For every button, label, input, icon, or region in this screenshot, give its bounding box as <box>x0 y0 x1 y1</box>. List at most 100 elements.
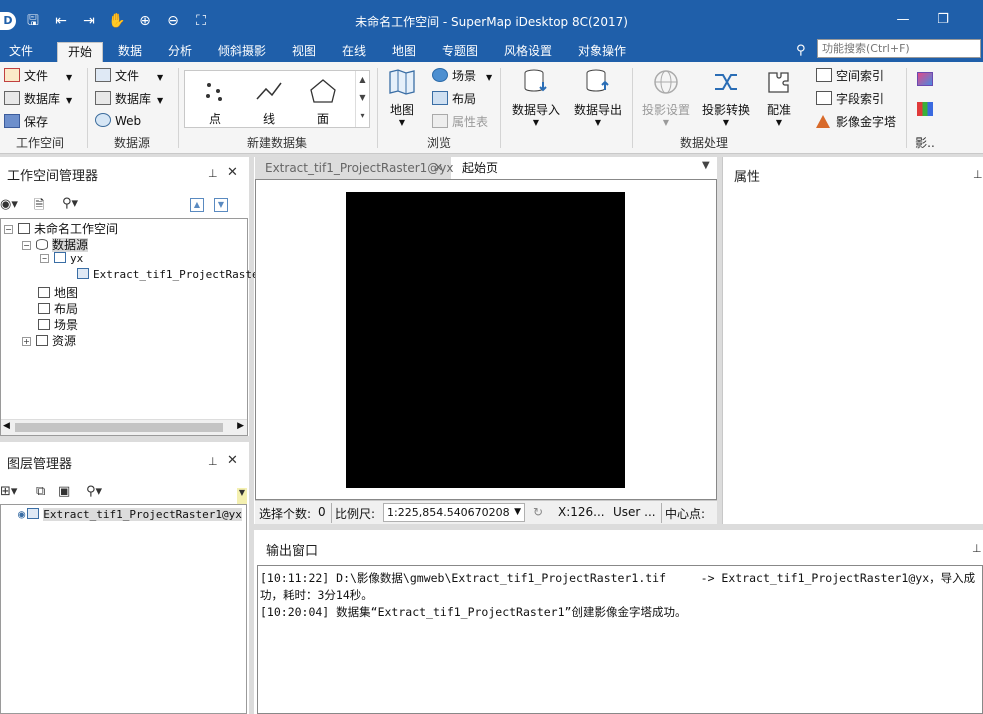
tree-item-layouts[interactable]: 布局 <box>38 300 78 317</box>
view-options-icon[interactable]: ◉▾ <box>0 197 18 212</box>
layer-style-icon[interactable]: ▣ <box>58 484 70 499</box>
tab-object-operations[interactable]: 对象操作 <box>570 42 634 62</box>
restore-icon[interactable]: ❐ <box>933 10 953 30</box>
refresh-icon[interactable]: ↻ <box>533 505 543 519</box>
browse-scene-button[interactable]: 场景 ▼ <box>432 67 492 84</box>
ribbon-separator <box>377 68 378 148</box>
data-export-icon <box>586 69 609 92</box>
tree-item-workspace[interactable]: − 未命名工作空间 <box>4 220 118 237</box>
tab-oblique-photography[interactable]: 倾斜摄影 <box>210 42 274 62</box>
doc-tab-start-page[interactable]: 起始页 <box>452 157 508 179</box>
workspace-database-button[interactable]: 数据库 ▼ <box>4 90 72 107</box>
tab-map[interactable]: 地图 <box>384 42 424 62</box>
layer-scroll-icon[interactable]: ▼ <box>237 488 247 504</box>
tree-item-resources[interactable]: + 资源 <box>22 332 76 349</box>
region-dataset-icon <box>310 79 336 103</box>
find-icon[interactable]: ⚲▾ <box>62 196 78 211</box>
visibility-eye-icon[interactable]: ◉ <box>18 507 25 521</box>
scale-label: 比例尺: <box>335 507 376 521</box>
tree-item-raster-dataset[interactable]: Extract_tif1_ProjectRaster1 <box>77 268 272 281</box>
add-layer-icon[interactable]: ⊞▾ <box>0 484 17 499</box>
save-disk-icon <box>4 114 20 128</box>
tab-online[interactable]: 在线 <box>334 42 374 62</box>
datasource-web-button[interactable]: Web <box>95 113 141 128</box>
tree-item-scenes[interactable]: 场景 <box>38 316 78 333</box>
new-line-dataset-button[interactable]: 线 <box>249 77 289 127</box>
new-region-dataset-button[interactable]: 面 <box>303 77 343 127</box>
field-index-button[interactable]: 字段索引 <box>816 90 884 107</box>
datasource-database-button[interactable]: 数据库 ▼ <box>95 90 163 107</box>
ribbon-separator <box>178 68 179 148</box>
projection-convert-icon <box>715 74 737 90</box>
tab-thematic-map[interactable]: 专题图 <box>434 42 486 62</box>
registration-puzzle-icon <box>768 72 789 93</box>
projection-settings-button[interactable]: 投影设置 ▼ <box>637 68 695 127</box>
layer-manager-panel: 图层管理器 ⊥ ✕ ⊞▾ ⧉ ▣ ⚲▾ ▼ ◉ Extract_tif1_Proj… <box>0 442 249 714</box>
minimize-icon[interactable]: — <box>893 10 913 30</box>
raster-dataset-icon <box>77 268 89 279</box>
workspace-save-button[interactable]: 保存 <box>4 113 48 130</box>
browse-layout-button[interactable]: 布局 <box>432 90 476 107</box>
tree-item-yx[interactable]: − yx <box>40 252 83 265</box>
close-icon[interactable]: ✕ <box>227 453 238 468</box>
tab-data[interactable]: 数据 <box>110 42 150 62</box>
move-up-icon[interactable]: ▲ <box>190 198 204 212</box>
datasource-database-icon <box>95 91 111 105</box>
tab-style-settings[interactable]: 风格设置 <box>496 42 560 62</box>
map-window[interactable] <box>255 179 717 500</box>
data-import-button[interactable]: 数据导入 ▼ <box>506 68 566 127</box>
tab-start[interactable]: 开始 <box>57 42 103 62</box>
layer-item[interactable]: ◉ Extract_tif1_ProjectRaster1@yx <box>18 507 242 521</box>
ribbon-separator <box>906 68 907 148</box>
output-text-area[interactable]: [10:11:22] D:\影像数据\gmweb\Extract_tif1_Pr… <box>257 565 983 714</box>
spatial-index-button[interactable]: 空间索引 <box>816 67 884 84</box>
color-grid-icon[interactable] <box>917 102 937 117</box>
pin-icon[interactable]: ⊥ <box>208 455 218 468</box>
scroll-left-icon[interactable]: ◀ <box>3 421 10 431</box>
tree-item-datasources[interactable]: − 数据源 <box>22 236 89 253</box>
group-label-new-dataset: 新建数据集 <box>246 136 307 150</box>
scene-globe-icon <box>432 68 448 82</box>
tab-list-dropdown-icon[interactable]: ▼ <box>702 160 710 171</box>
output-window-title: 输出窗口 <box>266 544 319 559</box>
gallery-scroll[interactable]: ▲ ▼ ▾ <box>355 71 369 127</box>
tab-close-icon[interactable]: ✕ <box>434 157 443 179</box>
chevron-down-icon[interactable]: ▼ <box>514 504 521 521</box>
browse-attribute-table-button[interactable]: 属性表 <box>432 113 488 130</box>
scale-combobox[interactable]: 1:225,854.540670208 ▼ <box>383 503 525 522</box>
layer-group-icon[interactable]: ⧉ <box>36 484 45 499</box>
projection-settings-icon <box>654 70 678 94</box>
scroll-thumb[interactable] <box>15 423 223 432</box>
doc-tab-raster-map[interactable]: Extract_tif1_ProjectRaster1@yx ✕ <box>255 157 453 179</box>
function-search-input[interactable] <box>817 39 981 58</box>
tree-item-maps[interactable]: 地图 <box>38 284 78 301</box>
pin-icon[interactable]: ⊥ <box>208 167 218 180</box>
document-icon[interactable]: 🗎 <box>34 196 44 218</box>
layer-tree-border <box>0 504 247 714</box>
data-export-button[interactable]: 数据导出 ▼ <box>568 68 628 127</box>
layout-icon <box>432 91 448 105</box>
color-wand-icon[interactable] <box>917 72 937 87</box>
pin-icon[interactable]: ⊥ <box>972 542 982 555</box>
pin-icon[interactable]: ⊥ <box>973 168 983 181</box>
tab-analysis[interactable]: 分析 <box>160 42 200 62</box>
image-pyramid-button[interactable]: 影像金字塔 <box>816 113 896 130</box>
tree-horizontal-scrollbar[interactable]: ◀ ▶ <box>1 419 247 435</box>
registration-button[interactable]: 配准 ▼ <box>758 68 800 127</box>
scroll-right-icon[interactable]: ▶ <box>237 421 244 431</box>
tab-view[interactable]: 视图 <box>284 42 324 62</box>
new-point-dataset-button[interactable]: 点 <box>195 77 235 127</box>
folder-open-icon <box>4 68 20 82</box>
tab-file[interactable]: 文件 <box>0 42 42 62</box>
output-line: [10:11:22] D:\影像数据\gmweb\Extract_tif1_Pr… <box>260 571 976 585</box>
raster-image[interactable] <box>346 192 625 488</box>
map-icon <box>389 69 415 95</box>
workspace-file-button[interactable]: 文件 ▼ <box>4 67 72 84</box>
browse-map-button[interactable]: 地图 ▼ <box>384 68 420 127</box>
datasources-icon <box>36 239 48 250</box>
move-down-icon[interactable]: ▼ <box>214 198 228 212</box>
close-icon[interactable]: ✕ <box>227 165 238 180</box>
datasource-file-button[interactable]: 文件 ▼ <box>95 67 163 84</box>
projection-convert-button[interactable]: 投影转换 ▼ <box>697 68 755 127</box>
find-icon[interactable]: ⚲▾ <box>86 484 102 499</box>
